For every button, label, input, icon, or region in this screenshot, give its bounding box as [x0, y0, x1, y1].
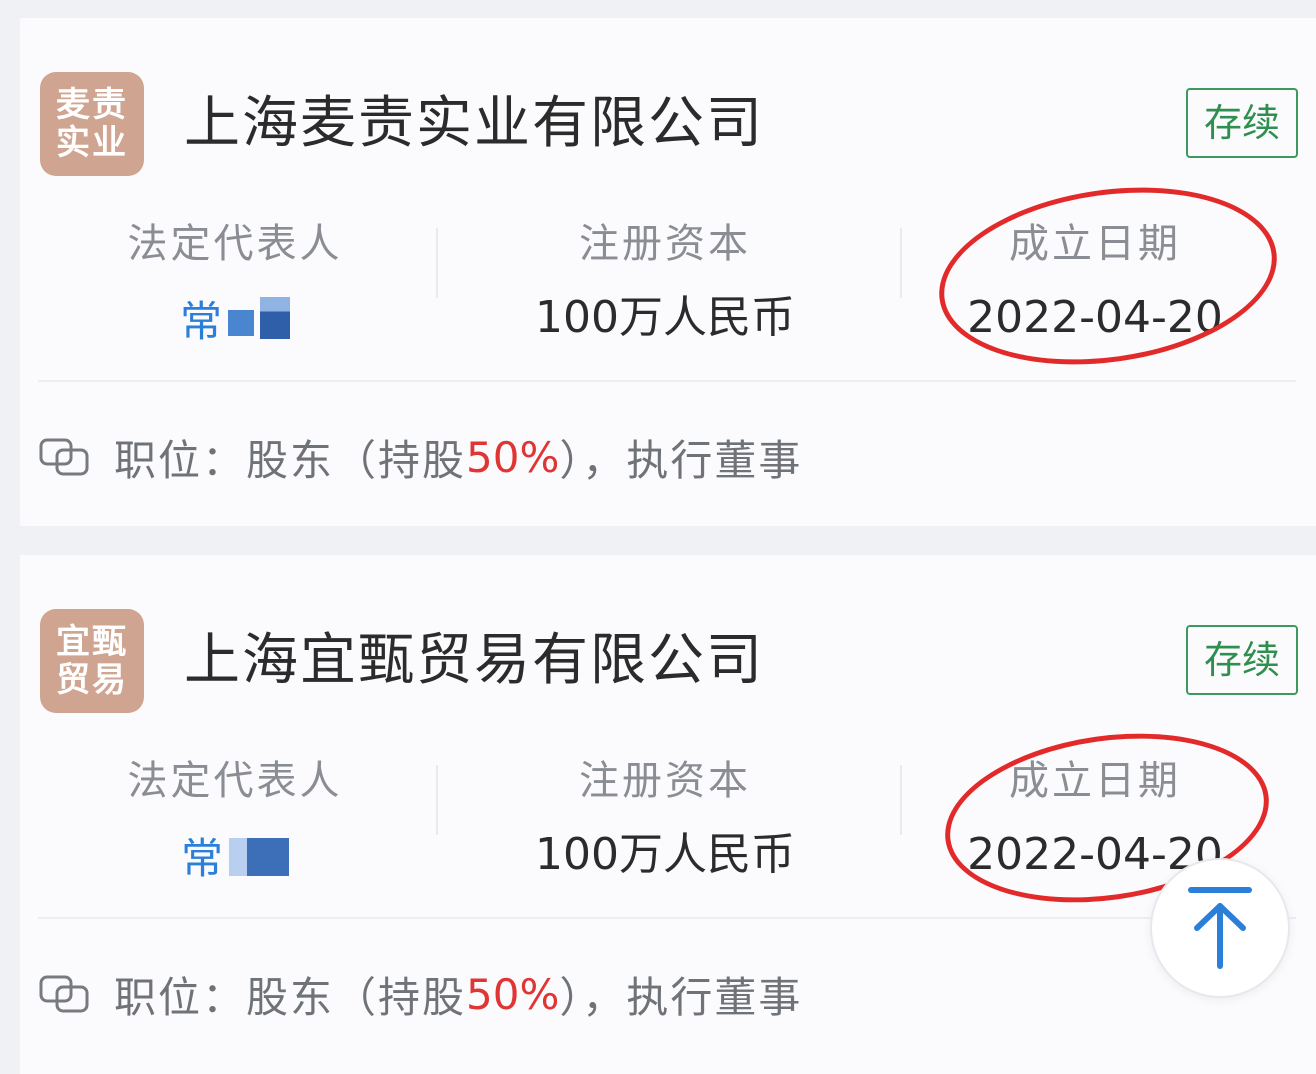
status-badge: 存续	[1186, 88, 1298, 158]
divider	[38, 917, 1296, 919]
mosaic-redaction	[228, 310, 254, 336]
position-label: 职位：	[114, 972, 247, 1022]
company-logo-text: 宜甄贸易	[56, 622, 128, 700]
divider	[38, 380, 1296, 382]
mosaic-redaction	[260, 297, 290, 339]
company-logo-text: 麦责实业	[56, 85, 128, 163]
position-label: 职位：	[114, 435, 247, 485]
shareholding-percent: 50%	[466, 969, 560, 1019]
back-to-top-button[interactable]	[1150, 858, 1290, 998]
position-row: 职位： 股东（持股 50% ），执行董事	[38, 959, 802, 1029]
company-logo: 宜甄贸易	[40, 609, 144, 713]
status-badge: 存续	[1186, 625, 1298, 695]
company-name[interactable]: 上海宜甄贸易有限公司	[184, 627, 764, 695]
mosaic-redaction	[229, 838, 289, 876]
column-divider	[436, 765, 438, 835]
shareholding-percent: 50%	[466, 432, 560, 482]
legal-rep-label: 法定代表人	[127, 221, 343, 267]
capital-column: 注册资本 100万人民币	[455, 751, 875, 891]
capital-label: 注册资本	[579, 221, 751, 267]
capital-value: 100万人民币	[535, 829, 795, 880]
legal-rep-column: 法定代表人 常	[25, 751, 445, 891]
legal-rep-label: 法定代表人	[127, 758, 343, 804]
legal-rep-link[interactable]: 常	[180, 282, 290, 354]
position-text-suffix: ），执行董事	[559, 435, 803, 485]
position-text: 股东（持股	[246, 435, 467, 485]
position-row: 职位： 股东（持股 50% ），执行董事	[38, 422, 802, 492]
column-divider	[436, 228, 438, 298]
link-icon	[39, 438, 89, 476]
legal-rep-name: 常	[180, 833, 223, 883]
legal-rep-name: 常	[179, 296, 222, 346]
company-logo: 麦责实业	[40, 72, 144, 176]
arrow-up-icon	[1188, 887, 1252, 969]
position-text-suffix: ），执行董事	[559, 972, 803, 1022]
link-icon	[39, 975, 89, 1013]
capital-value: 100万人民币	[535, 292, 795, 343]
legal-rep-link[interactable]: 常	[181, 819, 289, 891]
company-name[interactable]: 上海麦责实业有限公司	[184, 90, 764, 158]
legal-rep-column: 法定代表人 常	[25, 214, 445, 354]
capital-label: 注册资本	[579, 758, 751, 804]
position-text: 股东（持股	[246, 972, 467, 1022]
capital-column: 注册资本 100万人民币	[455, 214, 875, 354]
